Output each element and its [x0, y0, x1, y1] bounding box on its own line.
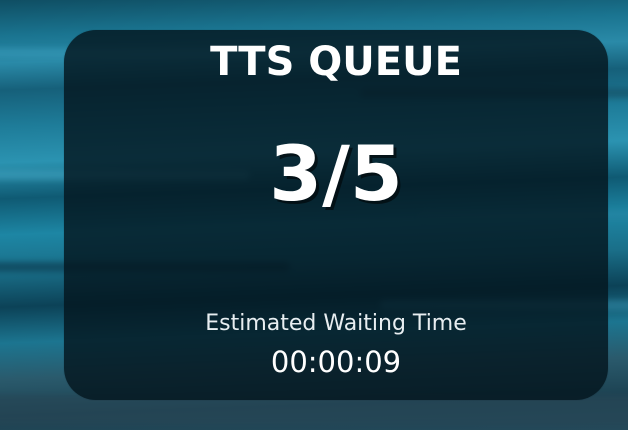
queue-position-count: 3/5	[269, 129, 403, 218]
tts-queue-title: TTS QUEUE	[210, 39, 462, 85]
estimated-waiting-time-label: Estimated Waiting Time	[205, 311, 467, 336]
estimated-waiting-time-value: 00:00:09	[270, 345, 402, 379]
